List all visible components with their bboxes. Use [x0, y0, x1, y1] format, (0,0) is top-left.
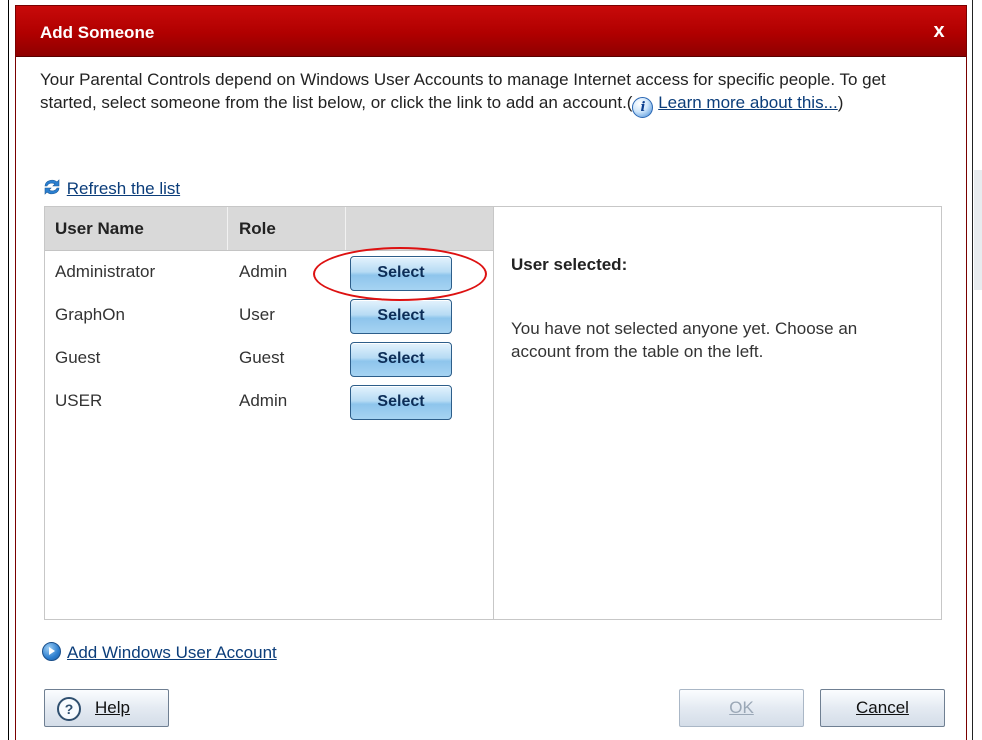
column-divider — [227, 207, 228, 250]
role-cell: Guest — [239, 348, 285, 367]
info-icon: i — [632, 97, 654, 118]
title-bar: Add Someone x — [16, 6, 966, 57]
table-row: Guest Guest Select — [45, 336, 493, 379]
selection-message: You have not selected anyone yet. Choose… — [511, 319, 858, 361]
accounts-panel: User Name Role Administrator Admin Selec… — [44, 206, 942, 620]
refresh-link[interactable]: Refresh the list — [67, 179, 180, 198]
intro-text: Your Parental Controls depend on Windows… — [40, 68, 940, 118]
user-name-cell: Administrator — [55, 262, 156, 281]
column-header-user-name: User Name — [55, 219, 144, 238]
background-edge — [972, 0, 973, 740]
add-someone-dialog: Add Someone x Your Parental Controls dep… — [16, 6, 966, 740]
arrow-circle-icon — [42, 642, 61, 661]
table-header: User Name Role — [45, 207, 493, 251]
help-icon: ? — [57, 697, 81, 721]
table-row: USER Admin Select — [45, 379, 493, 422]
add-account-link[interactable]: Add Windows User Account — [67, 643, 277, 662]
role-cell: Admin — [239, 262, 288, 281]
select-button-user[interactable]: Select — [350, 385, 452, 420]
table-row: GraphOn User Select — [45, 293, 493, 336]
help-button[interactable]: ? Help — [44, 689, 169, 727]
role-cell: User — [239, 305, 275, 324]
select-button-administrator[interactable]: Select — [350, 256, 452, 291]
dialog-title: Add Someone — [40, 23, 155, 42]
table-row: Administrator Admin Select — [45, 250, 493, 293]
select-button-graphon[interactable]: Select — [350, 299, 452, 334]
cancel-label: Cancel — [856, 698, 909, 717]
ok-button[interactable]: OK — [679, 689, 804, 727]
user-selected-label: User selected: — [511, 255, 628, 274]
select-button-guest[interactable]: Select — [350, 342, 452, 377]
intro-closing-paren: ) — [837, 93, 844, 112]
role-cell: Admin — [239, 391, 288, 410]
refresh-icon — [44, 179, 60, 195]
background-window-fragment — [974, 170, 982, 290]
learn-more-link[interactable]: Learn more about this... — [658, 93, 838, 112]
column-divider — [345, 207, 346, 250]
refresh-the-list[interactable]: Refresh the list — [42, 177, 180, 199]
user-name-cell: USER — [55, 391, 103, 410]
cancel-button[interactable]: Cancel — [820, 689, 945, 727]
column-header-role: Role — [239, 219, 276, 238]
ok-label: OK — [729, 698, 754, 717]
user-name-cell: Guest — [55, 348, 101, 367]
close-icon[interactable]: x — [926, 18, 952, 44]
user-name-cell: GraphOn — [55, 305, 125, 324]
add-windows-user-account[interactable]: Add Windows User Account — [42, 642, 277, 663]
background-edge — [8, 0, 9, 740]
help-label: Help — [95, 698, 130, 717]
user-table: User Name Role Administrator Admin Selec… — [45, 207, 494, 619]
